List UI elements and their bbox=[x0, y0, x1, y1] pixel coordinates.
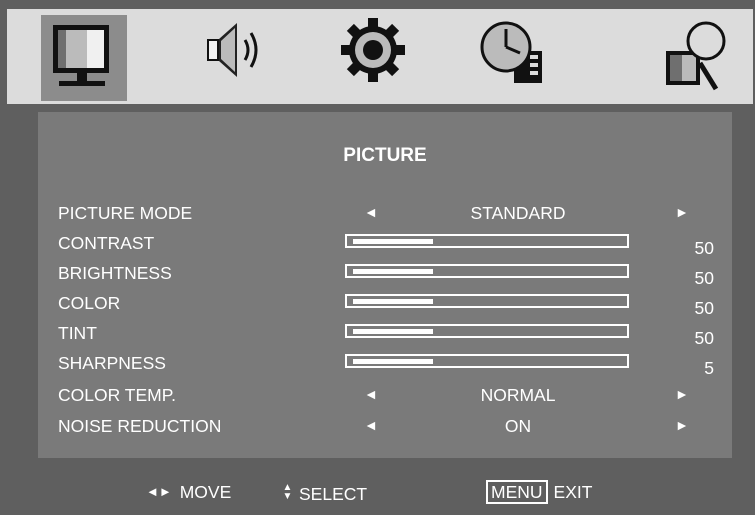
menu-row-brightness[interactable]: BRIGHTNESS 50 bbox=[38, 260, 732, 288]
menu-row-sharpness[interactable]: SHARPNESS 5 bbox=[38, 350, 732, 378]
slider-bar[interactable] bbox=[345, 234, 629, 248]
menu-row-picture-mode[interactable]: PICTURE MODE ◄ STANDARD ► bbox=[38, 200, 732, 228]
tab-sound[interactable] bbox=[187, 15, 273, 101]
arrow-right-icon[interactable]: ► bbox=[675, 204, 689, 220]
tab-setup[interactable] bbox=[332, 15, 418, 101]
hint-move: ◄► MOVE bbox=[146, 482, 231, 503]
menu-row-noise-reduction[interactable]: NOISE REDUCTION ◄ ON ► bbox=[38, 413, 732, 441]
arrow-right-icon[interactable]: ► bbox=[675, 386, 689, 402]
menu-label: PICTURE MODE bbox=[58, 203, 193, 223]
menu-label: NOISE REDUCTION bbox=[58, 416, 222, 436]
up-down-arrows-icon: ▲▼ bbox=[282, 482, 293, 500]
slider-bar[interactable] bbox=[345, 354, 629, 368]
slider-bar[interactable] bbox=[345, 264, 629, 278]
tab-option[interactable] bbox=[652, 15, 738, 101]
slider-value: 5 bbox=[704, 358, 714, 378]
tab-time[interactable] bbox=[474, 15, 560, 101]
hint-exit: MENU EXIT bbox=[486, 480, 593, 504]
magnifier-option-icon bbox=[666, 21, 726, 91]
tv-picture-icon bbox=[53, 25, 109, 86]
slider-value: 50 bbox=[694, 328, 714, 348]
arrow-left-icon[interactable]: ◄ bbox=[364, 204, 378, 220]
menu-row-tint[interactable]: TINT 50 bbox=[38, 320, 732, 348]
left-right-arrows-icon: ◄► bbox=[146, 484, 172, 499]
menu-value: STANDARD bbox=[470, 203, 566, 223]
menu-row-color[interactable]: COLOR 50 bbox=[38, 290, 732, 318]
slider-fill bbox=[353, 299, 433, 304]
arrow-right-icon[interactable]: ► bbox=[675, 417, 689, 433]
footer-hints: ◄► MOVE ▲▼ SELECT MENU EXIT bbox=[0, 470, 755, 515]
slider-fill bbox=[353, 239, 433, 244]
menu-label: COLOR bbox=[58, 293, 121, 313]
slider-fill bbox=[353, 329, 433, 334]
gear-setup-icon bbox=[341, 18, 405, 82]
tab-bar bbox=[7, 9, 753, 104]
slider-value: 50 bbox=[694, 268, 714, 288]
slider-value: 50 bbox=[694, 238, 714, 258]
osd-screen: PICTURE PICTURE MODE ◄ STANDARD ► CONTRA… bbox=[0, 0, 755, 515]
arrow-left-icon[interactable]: ◄ bbox=[364, 386, 378, 402]
slider-value: 50 bbox=[694, 298, 714, 318]
clock-time-icon bbox=[480, 21, 542, 83]
slider-bar[interactable] bbox=[345, 294, 629, 308]
menu-label: COLOR TEMP. bbox=[58, 385, 176, 405]
speaker-sound-icon bbox=[207, 23, 258, 77]
menu-key-badge: MENU bbox=[486, 480, 548, 504]
tab-picture[interactable] bbox=[41, 15, 127, 101]
menu-value: ON bbox=[504, 416, 532, 436]
hint-select: ▲▼ SELECT bbox=[282, 482, 368, 505]
menu-label: SHARPNESS bbox=[58, 353, 166, 373]
hint-select-label: SELECT bbox=[299, 484, 368, 504]
hint-move-label: MOVE bbox=[179, 482, 232, 502]
picture-menu-panel: PICTURE PICTURE MODE ◄ STANDARD ► CONTRA… bbox=[38, 112, 732, 458]
hint-exit-label: EXIT bbox=[553, 482, 593, 502]
menu-row-color-temp[interactable]: COLOR TEMP. ◄ NORMAL ► bbox=[38, 382, 732, 410]
menu-label: BRIGHTNESS bbox=[58, 263, 172, 283]
menu-value: NORMAL bbox=[480, 385, 556, 405]
menu-title: PICTURE bbox=[343, 145, 427, 166]
menu-row-contrast[interactable]: CONTRAST 50 bbox=[38, 230, 732, 258]
arrow-left-icon[interactable]: ◄ bbox=[364, 417, 378, 433]
slider-fill bbox=[353, 359, 433, 364]
slider-fill bbox=[353, 269, 433, 274]
slider-bar[interactable] bbox=[345, 324, 629, 338]
menu-label: TINT bbox=[58, 323, 97, 343]
menu-label: CONTRAST bbox=[58, 233, 155, 253]
